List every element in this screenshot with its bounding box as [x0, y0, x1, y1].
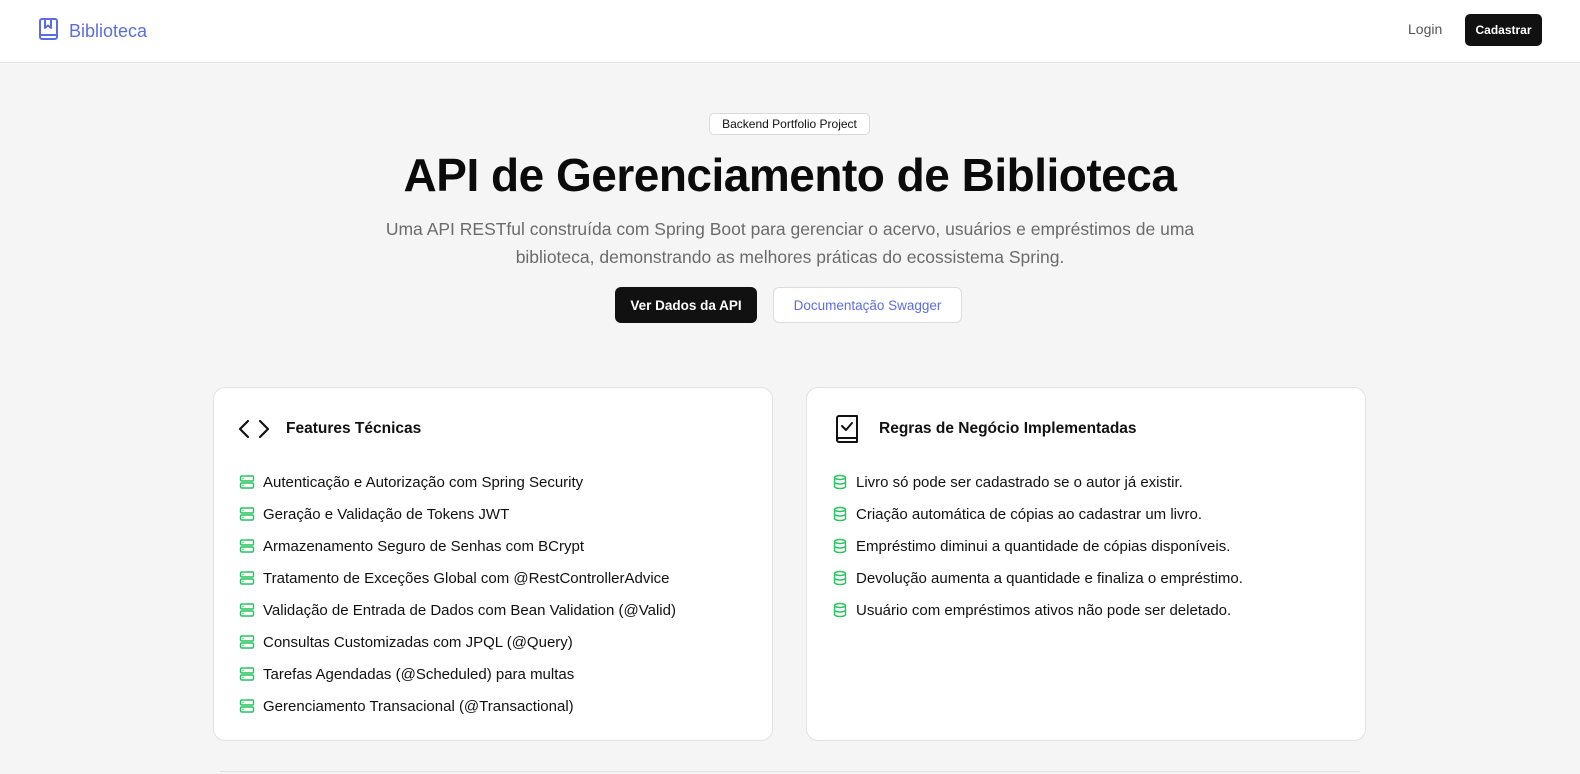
feature-item-text: Consultas Customizadas com JPQL (@Query): [263, 633, 573, 651]
swagger-docs-button[interactable]: Documentação Swagger: [773, 287, 962, 323]
rules-list: Livro só pode ser cadastrado se o autor …: [832, 466, 1243, 626]
rule-item-text: Devolução aumenta a quantidade e finaliz…: [856, 569, 1243, 587]
server-icon: [239, 570, 255, 586]
feature-item: Gerenciamento Transacional (@Transaction…: [239, 690, 676, 722]
feature-item-text: Tarefas Agendadas (@Scheduled) para mult…: [263, 665, 575, 683]
feature-item: Geração e Validação de Tokens JWT: [239, 498, 676, 530]
rules-card-header: Regras de Negócio Implementadas: [831, 414, 1137, 444]
view-api-data-button[interactable]: Ver Dados da API: [615, 287, 757, 323]
rules-card: Regras de Negócio Implementadas Livro só…: [806, 387, 1366, 741]
database-icon: [832, 602, 848, 618]
feature-item: Autenticação e Autorização com Spring Se…: [239, 466, 676, 498]
bookmark-book-icon: [38, 17, 60, 46]
database-icon: [832, 538, 848, 554]
server-icon: [239, 666, 255, 682]
server-icon: [239, 538, 255, 554]
page-title: API de Gerenciamento de Biblioteca: [403, 149, 1177, 201]
signup-button[interactable]: Cadastrar: [1465, 14, 1542, 46]
rule-item-text: Empréstimo diminui a quantidade de cópia…: [856, 537, 1231, 555]
server-icon: [239, 698, 255, 714]
feature-item-text: Autenticação e Autorização com Spring Se…: [263, 473, 584, 491]
rule-item: Criação automática de cópias ao cadastra…: [832, 498, 1243, 530]
login-link[interactable]: Login: [1408, 21, 1442, 37]
feature-item: Tarefas Agendadas (@Scheduled) para mult…: [239, 658, 676, 690]
feature-item-text: Armazenamento Seguro de Senhas com BCryp…: [263, 537, 584, 555]
server-icon: [239, 506, 255, 522]
database-icon: [832, 506, 848, 522]
rule-item: Devolução aumenta a quantidade e finaliz…: [832, 562, 1243, 594]
rule-item: Empréstimo diminui a quantidade de cópia…: [832, 530, 1243, 562]
project-badge: Backend Portfolio Project: [709, 113, 870, 135]
server-icon: [239, 634, 255, 650]
brand-name: Biblioteca: [69, 20, 148, 41]
feature-item: Armazenamento Seguro de Senhas com BCryp…: [239, 530, 676, 562]
rule-item-text: Criação automática de cópias ao cadastra…: [856, 505, 1202, 523]
features-card: Features Técnicas Autenticação e Autoriz…: [213, 387, 773, 741]
feature-item-text: Tratamento de Exceções Global com @RestC…: [263, 569, 670, 587]
rule-item: Usuário com empréstimos ativos não pode …: [832, 594, 1243, 626]
feature-item-text: Geração e Validação de Tokens JWT: [263, 505, 510, 523]
feature-item-text: Validação de Entrada de Dados com Bean V…: [263, 601, 676, 619]
page-subtitle: Uma API RESTful construída com Spring Bo…: [385, 219, 1195, 267]
features-card-header: Features Técnicas: [238, 414, 421, 444]
book-check-icon: [831, 414, 863, 444]
feature-item: Tratamento de Exceções Global com @RestC…: [239, 562, 676, 594]
rule-item-text: Usuário com empréstimos ativos não pode …: [856, 601, 1232, 619]
server-icon: [239, 602, 255, 618]
feature-item: Consultas Customizadas com JPQL (@Query): [239, 626, 676, 658]
feature-item: Validação de Entrada de Dados com Bean V…: [239, 594, 676, 626]
section-divider: [220, 771, 1360, 772]
database-icon: [832, 474, 848, 490]
database-icon: [832, 570, 848, 586]
code-icon: [238, 414, 270, 444]
rules-card-title: Regras de Negócio Implementadas: [879, 420, 1137, 437]
feature-item-text: Gerenciamento Transacional (@Transaction…: [263, 697, 574, 715]
features-card-title: Features Técnicas: [286, 420, 422, 437]
server-icon: [239, 474, 255, 490]
navbar: Biblioteca Login Cadastrar: [0, 0, 1580, 63]
rule-item-text: Livro só pode ser cadastrado se o autor …: [856, 473, 1183, 491]
features-list: Autenticação e Autorização com Spring Se…: [239, 466, 676, 722]
rule-item: Livro só pode ser cadastrado se o autor …: [832, 466, 1243, 498]
brand-link[interactable]: Biblioteca: [38, 17, 147, 45]
